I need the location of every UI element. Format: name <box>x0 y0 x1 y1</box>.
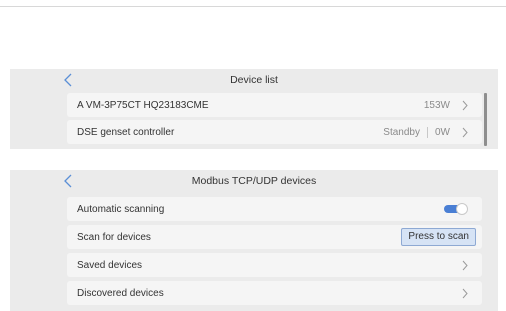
device-row-dse-genset[interactable]: DSE genset controller Standby 0W <box>67 120 482 144</box>
chevron-right-icon <box>460 100 470 111</box>
automatic-scanning-toggle[interactable] <box>444 203 468 215</box>
device-power: 0W <box>435 126 450 138</box>
chevron-right-icon <box>460 127 470 138</box>
value-separator <box>427 126 428 138</box>
page-title: Device list <box>230 74 278 86</box>
device-power: 153W <box>423 99 450 111</box>
saved-devices-label: Saved devices <box>77 259 143 271</box>
page-title: Modbus TCP/UDP devices <box>191 175 317 187</box>
device-status: Standby <box>383 126 420 138</box>
discovered-devices-row[interactable]: Discovered devices <box>67 281 482 305</box>
saved-devices-row[interactable]: Saved devices <box>67 253 482 277</box>
scrollbar[interactable] <box>484 93 487 146</box>
modbus-header: Modbus TCP/UDP devices <box>10 170 498 192</box>
chevron-right-icon <box>460 260 470 271</box>
chevron-right-icon <box>460 288 470 299</box>
modbus-panel: Modbus TCP/UDP devices Automatic scannin… <box>10 170 498 311</box>
device-row-vm3p75ct[interactable]: A VM-3P75CT HQ23183CME 153W <box>67 93 482 117</box>
top-divider <box>0 6 506 7</box>
discovered-devices-label: Discovered devices <box>77 287 164 299</box>
press-to-scan-button[interactable]: Press to scan <box>401 228 476 246</box>
automatic-scanning-label: Automatic scanning <box>77 203 165 215</box>
device-list-panel: Device list A VM-3P75CT HQ23183CME 153W … <box>10 69 498 149</box>
device-name: A VM-3P75CT HQ23183CME <box>77 99 209 111</box>
device-list-header: Device list <box>10 69 498 91</box>
device-name: DSE genset controller <box>77 126 175 138</box>
scan-for-devices-label: Scan for devices <box>77 231 151 243</box>
automatic-scanning-row: Automatic scanning <box>67 197 482 221</box>
scan-for-devices-row: Scan for devices Press to scan <box>67 225 482 249</box>
